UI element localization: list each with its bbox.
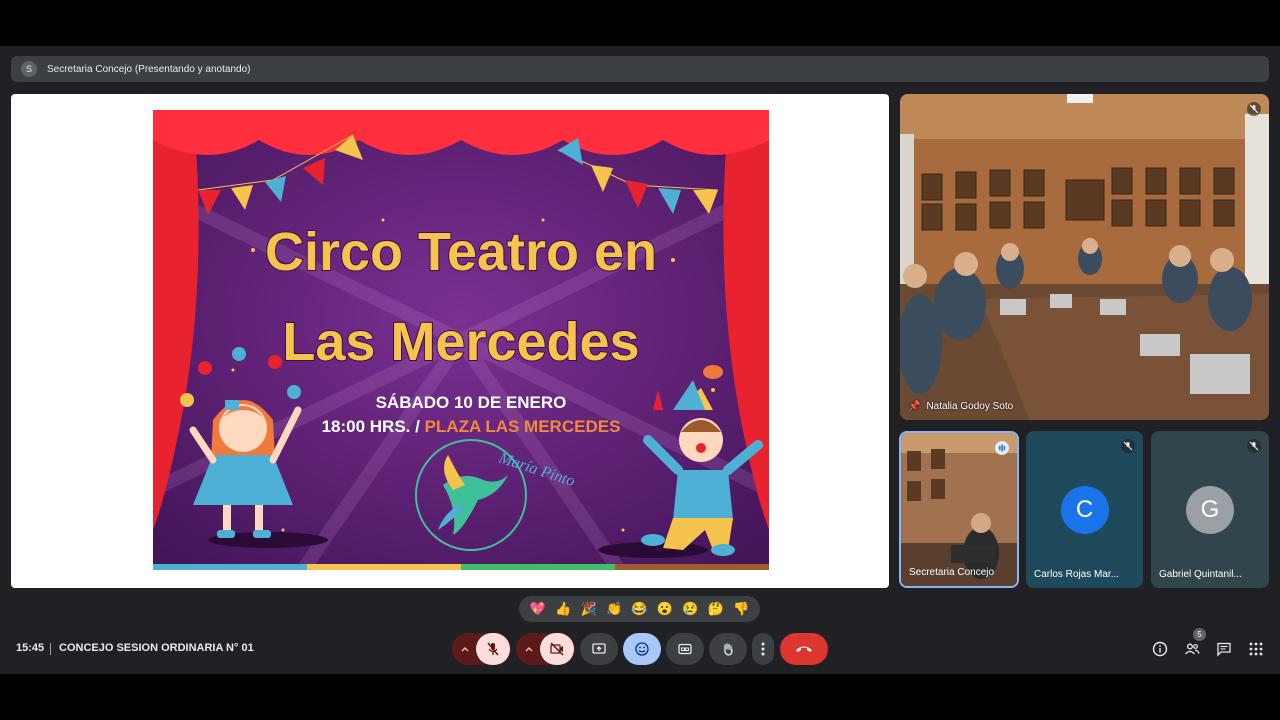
divider (50, 643, 51, 655)
mic-off-icon (1247, 102, 1261, 116)
meeting-clock: 15:45 (16, 642, 45, 654)
pin-icon: 📌 (908, 401, 921, 412)
info-icon (1152, 641, 1168, 657)
camera-toggle-button[interactable] (539, 633, 574, 665)
camera-off-icon (549, 642, 564, 656)
reaction-thumbs-down[interactable]: 👎 (730, 601, 752, 617)
participant-name: Carlos Rojas Mar... (1034, 569, 1120, 580)
reaction-surprised[interactable]: 😮 (654, 601, 676, 617)
poster-separator: / (410, 417, 424, 436)
more-options-button[interactable] (752, 633, 774, 665)
participant-name: Gabriel Quintanil... (1159, 569, 1242, 580)
hand-icon (724, 643, 733, 656)
emoji-reactions-button[interactable] (623, 633, 661, 665)
mic-off-icon (486, 642, 499, 656)
shared-screen: Circo Teatro en Las Mercedes SÁBADO 10 D… (11, 94, 889, 588)
meeting-title: CONCEJO SESION ORDINARIA N° 01 (59, 642, 254, 654)
participant-name: Secretaria Concejo (909, 567, 995, 578)
mic-options-chevron-icon[interactable] (454, 633, 476, 665)
secretaria-video (901, 433, 1017, 586)
apps-grid-icon (1249, 642, 1263, 656)
reaction-sad[interactable]: 😢 (679, 601, 701, 617)
camera-options-chevron-icon[interactable] (518, 633, 540, 665)
participant-tile-gabriel[interactable]: G Gabriel Quintanil... (1151, 431, 1269, 588)
reaction-heart[interactable]: 💖 (527, 601, 549, 617)
presentation-bar: S Secretaria Concejo (Presentando y anot… (11, 56, 1269, 82)
meeting-stage: S Secretaria Concejo (Presentando y anot… (0, 46, 1280, 674)
hang-up-icon (796, 646, 812, 652)
reaction-bar: 💖 👍 🎉 👏 😂 😮 😢 🤔 👎 (519, 596, 760, 622)
event-poster: Circo Teatro en Las Mercedes SÁBADO 10 D… (153, 110, 769, 570)
poster-place: PLAZA LAS MERCEDES (425, 417, 621, 436)
present-screen-button[interactable] (580, 633, 618, 665)
participant-tile-secretaria[interactable]: Secretaria Concejo (899, 431, 1019, 588)
room-video (900, 94, 1269, 420)
people-button[interactable] (1183, 640, 1201, 658)
participant-name: 📌 Natalia Godoy Soto (908, 401, 1014, 412)
participant-tile-carlos[interactable]: C Carlos Rojas Mar... (1026, 431, 1143, 588)
reaction-thumbs-up[interactable]: 👍 (552, 601, 574, 617)
reaction-party[interactable]: 🎉 (578, 601, 600, 617)
reaction-clap[interactable]: 👏 (603, 601, 625, 617)
camera-control-group (516, 633, 575, 665)
speaking-icon (995, 441, 1009, 455)
presenter-label: Secretaria Concejo (Presentando y anotan… (47, 63, 251, 75)
chat-icon (1217, 642, 1231, 657)
bottom-toolbar: 15:45 CONCEJO SESION ORDINARIA N° 01 5 (0, 624, 1280, 674)
mic-off-icon (1121, 439, 1135, 453)
avatar: G (1186, 486, 1234, 534)
people-icon (1185, 643, 1200, 655)
mic-control-group (452, 633, 511, 665)
poster-date: SÁBADO 10 DE ENERO (376, 393, 567, 412)
present-screen-icon (592, 643, 606, 654)
captions-button[interactable] (666, 633, 704, 665)
avatar: C (1060, 486, 1109, 534)
leave-call-button[interactable] (780, 633, 828, 665)
chat-button[interactable] (1215, 640, 1233, 658)
captions-icon (678, 643, 692, 655)
reaction-thinking[interactable]: 🤔 (705, 601, 727, 617)
poster-time: 18:00 HRS. (322, 417, 411, 436)
poster-title-line2: Las Mercedes (282, 312, 639, 372)
emoji-icon (635, 642, 649, 656)
mic-toggle-button[interactable] (475, 633, 510, 665)
participant-tile-main[interactable]: 📌 Natalia Godoy Soto (900, 94, 1269, 420)
reaction-laugh[interactable]: 😂 (628, 601, 650, 617)
svg-text:18:00 HRS. / PLAZA LAS MERCEDE: 18:00 HRS. / PLAZA LAS MERCEDES (322, 417, 621, 436)
mic-off-icon (1247, 439, 1261, 453)
activities-button[interactable] (1247, 640, 1265, 658)
raise-hand-button[interactable] (709, 633, 747, 665)
poster-title-line1: Circo Teatro en (265, 222, 657, 282)
meeting-details-button[interactable] (1151, 640, 1169, 658)
more-vert-icon (761, 642, 765, 656)
presenter-avatar: S (21, 61, 37, 77)
